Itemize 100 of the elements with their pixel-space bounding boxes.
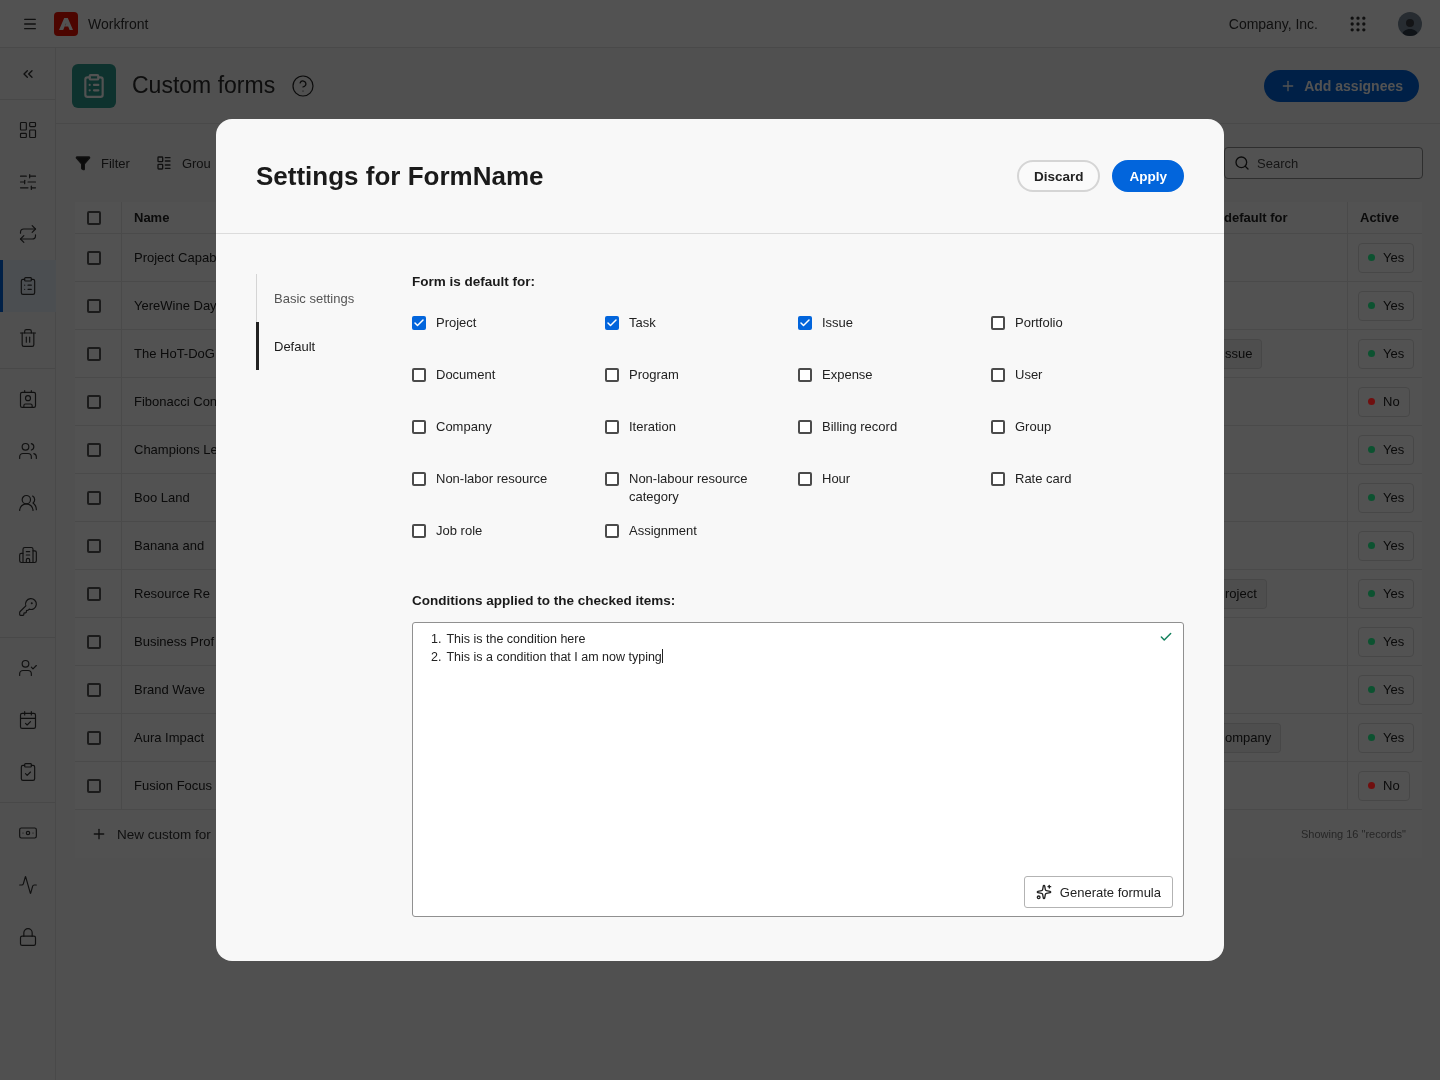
checkbox[interactable]: [412, 316, 426, 330]
column-header[interactable]: default for: [1224, 210, 1288, 225]
plus-icon: [91, 826, 107, 842]
search-icon: [1234, 155, 1250, 171]
tag: ssue: [1224, 338, 1263, 369]
checkbox[interactable]: [605, 472, 619, 486]
users-icon: [18, 441, 38, 461]
column-header[interactable]: Name: [134, 210, 170, 225]
people-icon: [18, 493, 38, 513]
checkbox[interactable]: [605, 368, 619, 382]
filter-icon: [75, 155, 91, 171]
checkbox[interactable]: [798, 316, 812, 330]
checkbox[interactable]: [605, 524, 619, 538]
status-badge: Yes: [1358, 530, 1415, 561]
condition-text: This is the condition here: [446, 631, 586, 648]
filter-button[interactable]: Filter: [75, 155, 130, 171]
trash-icon: [18, 328, 38, 348]
contact-card-icon: [18, 389, 38, 409]
table-cell: Business Prof: [134, 634, 215, 649]
checkbox[interactable]: [991, 420, 1005, 434]
table-cell: Boo Land: [134, 490, 190, 505]
row-checkbox[interactable]: [87, 778, 101, 793]
settings-tab[interactable]: Default: [256, 322, 406, 370]
list-number: 1.: [431, 631, 442, 648]
activity-icon: [18, 875, 38, 895]
company-name: Company, Inc.: [1228, 15, 1318, 32]
search-field[interactable]: Search: [1224, 147, 1423, 179]
checkbox[interactable]: [605, 316, 619, 330]
checkbox-label: Assignment: [629, 522, 697, 540]
row-checkbox[interactable]: [87, 394, 101, 409]
nav-item[interactable]: [0, 260, 56, 312]
discard-button[interactable]: Discard: [1016, 160, 1101, 192]
text-cursor: [661, 649, 663, 663]
help-icon[interactable]: [291, 73, 316, 98]
row-checkbox[interactable]: [87, 250, 101, 265]
row-checkbox[interactable]: [87, 538, 101, 553]
checkbox[interactable]: [412, 368, 426, 382]
checkbox[interactable]: [798, 368, 812, 382]
checkbox-label: Program: [629, 366, 679, 384]
conditions-field[interactable]: 1. This is the condition here 2. This is a condition that I am now typing Generate formula: [412, 622, 1184, 917]
group-button[interactable]: Grou: [155, 155, 211, 171]
sparkle-icon: [1035, 884, 1052, 900]
select-all-checkbox[interactable]: [87, 210, 101, 225]
table-cell: The HoT-DoG: [134, 346, 215, 361]
generate-formula-button[interactable]: Generate formula: [1023, 876, 1173, 908]
list-number: 2.: [431, 649, 442, 666]
checkbox[interactable]: [412, 472, 426, 486]
new-custom-form-button[interactable]: New custom for: [75, 826, 211, 842]
table-cell: Fusion Focus: [134, 778, 213, 793]
row-checkbox[interactable]: [87, 442, 101, 457]
checkbox[interactable]: [798, 472, 812, 486]
status-badge: Yes: [1358, 578, 1415, 609]
settings-tab[interactable]: Basic settings: [256, 274, 406, 322]
apply-button[interactable]: Apply: [1112, 160, 1184, 192]
avatar[interactable]: [1398, 11, 1422, 36]
add-assignees-button[interactable]: Add assignees: [1264, 69, 1419, 102]
table-cell: Project Capab: [134, 250, 217, 265]
row-checkbox[interactable]: [87, 586, 101, 601]
status-badge: No: [1358, 770, 1410, 801]
row-checkbox[interactable]: [87, 682, 101, 697]
status-badge: Yes: [1358, 626, 1415, 657]
table-cell: Aura Impact: [134, 730, 205, 745]
status-badge: Yes: [1358, 290, 1415, 321]
checkbox-label: Job role: [436, 522, 483, 540]
clipboard-list-icon: [18, 276, 38, 296]
table-cell: Banana and: [134, 538, 205, 553]
section-heading: Form is default for:: [412, 274, 536, 289]
checkbox[interactable]: [412, 420, 426, 434]
checkbox[interactable]: [991, 368, 1005, 382]
tag: ompany: [1224, 722, 1282, 753]
checkbox-label: User: [1015, 366, 1043, 384]
calendar-check-icon: [18, 710, 38, 730]
checkbox-label: Rate card: [1015, 470, 1072, 488]
dialog-title: Settings for FormName: [256, 160, 545, 192]
app-logo-icon: [54, 11, 78, 36]
checkbox[interactable]: [991, 472, 1005, 486]
table-cell: YereWine Day: [134, 298, 217, 313]
checkbox[interactable]: [798, 420, 812, 434]
checkbox[interactable]: [412, 524, 426, 538]
row-checkbox[interactable]: [87, 730, 101, 745]
checkbox-label: Non-labour resource category: [629, 470, 749, 506]
row-checkbox[interactable]: [87, 346, 101, 361]
clipboard-check-icon: [18, 762, 38, 782]
column-header[interactable]: Active: [1360, 210, 1400, 225]
checkbox-label: Project: [436, 314, 477, 332]
table-cell: Resource Re: [134, 586, 210, 601]
row-checkbox[interactable]: [87, 634, 101, 649]
status-badge: No: [1358, 386, 1410, 417]
status-badge: Yes: [1358, 338, 1415, 369]
checkbox-label: Non-labor resource: [436, 470, 548, 488]
table-cell: Fibonacci Con: [134, 394, 218, 409]
key-icon: [18, 597, 38, 617]
checkbox[interactable]: [991, 316, 1005, 330]
row-checkbox[interactable]: [87, 490, 101, 505]
checkbox[interactable]: [605, 420, 619, 434]
tag: roject: [1224, 578, 1267, 609]
repeat-icon: [18, 224, 38, 244]
row-checkbox[interactable]: [87, 298, 101, 313]
checkbox-label: Group: [1015, 418, 1052, 436]
status-badge: Yes: [1358, 722, 1415, 753]
